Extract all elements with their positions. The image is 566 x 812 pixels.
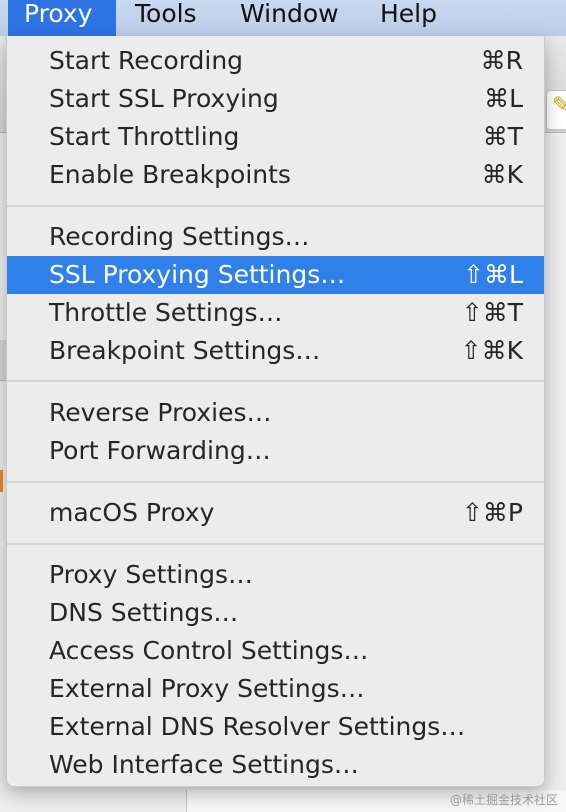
menubar-item-window[interactable]: Window <box>240 0 339 36</box>
menu-item-shortcut: ⌘L <box>484 84 523 113</box>
menu-separator <box>7 205 544 207</box>
menu-item-port-forwarding[interactable]: Port Forwarding… <box>7 432 544 470</box>
menu-separator <box>7 543 544 545</box>
menu-item-label: Start Throttling <box>49 122 240 151</box>
menu-item-dns-settings[interactable]: DNS Settings… <box>7 594 544 632</box>
menu-item-reverse-proxies[interactable]: Reverse Proxies… <box>7 394 544 432</box>
menu-item-label: External Proxy Settings… <box>49 674 365 703</box>
menu-item-label: Access Control Settings… <box>49 636 369 665</box>
menu-item-label: Start SSL Proxying <box>49 84 279 113</box>
menu-item-shortcut: ⇧⌘P <box>461 498 523 527</box>
menu-separator <box>7 380 544 382</box>
watermark: @稀土掘金技术社区 <box>449 793 558 807</box>
menu-item-external-proxy-settings[interactable]: External Proxy Settings… <box>7 670 544 708</box>
menu-item-label: Breakpoint Settings… <box>49 336 321 365</box>
magic-wand-icon[interactable]: ✎ <box>552 94 566 118</box>
background-status-marker <box>0 470 3 492</box>
menu-item-shortcut: ⌘K <box>481 160 523 189</box>
menu-item-start-recording[interactable]: Start Recording ⌘R <box>7 42 544 80</box>
menu-item-label: Web Interface Settings… <box>49 750 359 779</box>
proxy-dropdown-menu: Start Recording ⌘R Start SSL Proxying ⌘L… <box>6 36 545 787</box>
menu-item-shortcut: ⌘R <box>480 46 523 75</box>
menu-item-web-interface-settings[interactable]: Web Interface Settings… <box>7 746 544 784</box>
menu-item-proxy-settings[interactable]: Proxy Settings… <box>7 556 544 594</box>
menu-item-external-dns-resolver-settings[interactable]: External DNS Resolver Settings… <box>7 708 544 746</box>
menu-item-label: Port Forwarding… <box>49 436 271 465</box>
menu-item-throttle-settings[interactable]: Throttle Settings… ⇧⌘T <box>7 294 544 332</box>
menu-item-label: SSL Proxying Settings… <box>49 260 346 289</box>
menu-item-label: Recording Settings… <box>49 222 310 251</box>
menu-item-start-ssl-proxying[interactable]: Start SSL Proxying ⌘L <box>7 80 544 118</box>
menu-item-breakpoint-settings[interactable]: Breakpoint Settings… ⇧⌘K <box>7 332 544 370</box>
menu-item-label: Throttle Settings… <box>49 298 283 327</box>
menubar-item-help[interactable]: Help <box>380 0 437 36</box>
menu-item-label: External DNS Resolver Settings… <box>49 712 466 741</box>
menu-item-shortcut: ⇧⌘L <box>463 260 523 289</box>
menu-item-shortcut: ⌘T <box>482 122 523 151</box>
menu-item-recording-settings[interactable]: Recording Settings… <box>7 218 544 256</box>
menu-item-shortcut: ⇧⌘T <box>461 298 523 327</box>
menubar-item-proxy[interactable]: Proxy <box>8 0 116 36</box>
menu-separator <box>7 481 544 483</box>
menu-item-label: macOS Proxy <box>49 498 215 527</box>
menu-item-start-throttling[interactable]: Start Throttling ⌘T <box>7 118 544 156</box>
menu-item-enable-breakpoints[interactable]: Enable Breakpoints ⌘K <box>7 156 544 194</box>
menubar-item-tools[interactable]: Tools <box>135 0 197 36</box>
menu-item-ssl-proxying-settings[interactable]: SSL Proxying Settings… ⇧⌘L <box>7 256 544 294</box>
menu-item-label: Enable Breakpoints <box>49 160 291 189</box>
menu-item-label: Reverse Proxies… <box>49 398 272 427</box>
menu-item-label: DNS Settings… <box>49 598 239 627</box>
menu-item-access-control-settings[interactable]: Access Control Settings… <box>7 632 544 670</box>
menu-item-label: Proxy Settings… <box>49 560 253 589</box>
menu-bar: Proxy Tools Window Help <box>0 0 566 36</box>
menu-item-label: Start Recording <box>49 46 244 75</box>
menu-item-shortcut: ⇧⌘K <box>460 336 523 365</box>
menu-item-macos-proxy[interactable]: macOS Proxy ⇧⌘P <box>7 494 544 532</box>
